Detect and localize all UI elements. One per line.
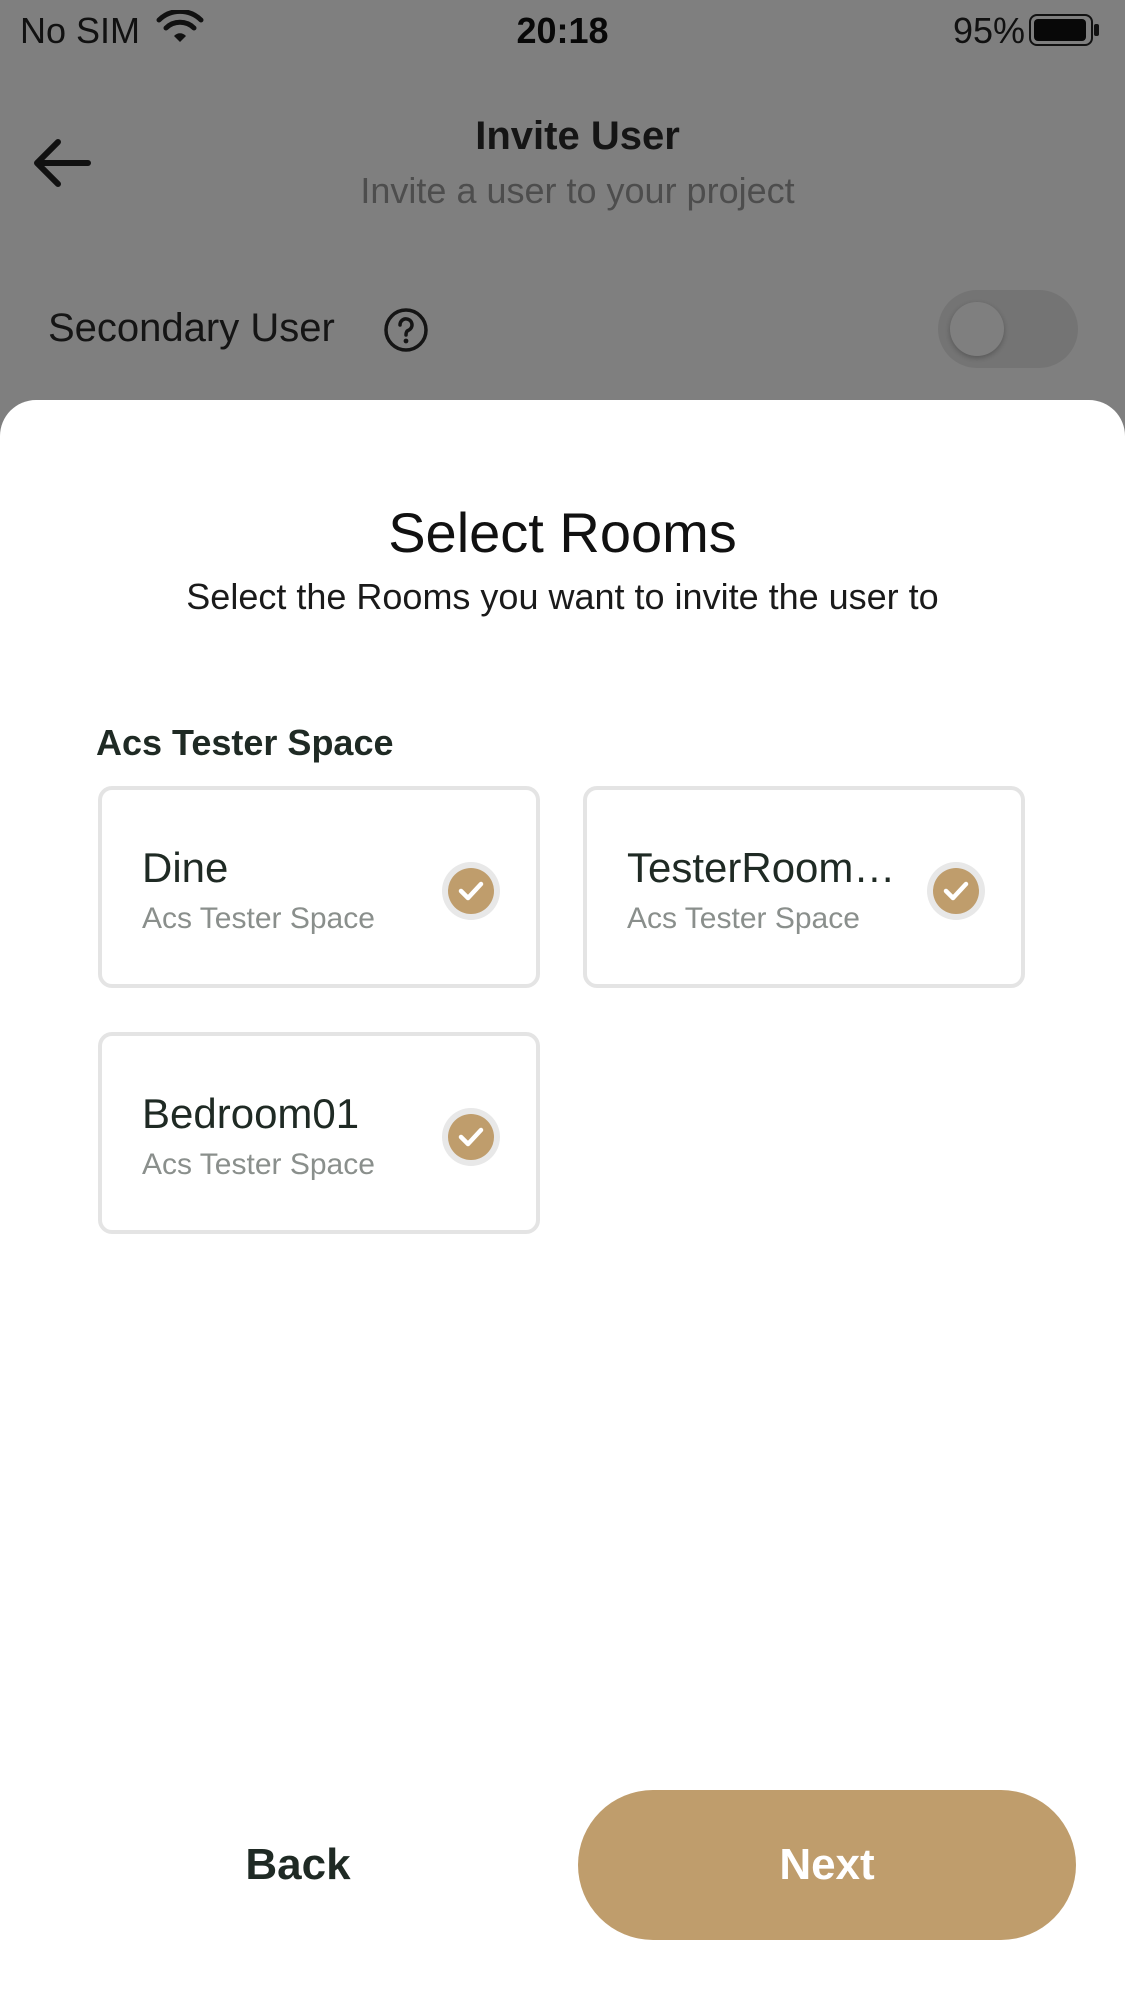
room-space: Acs Tester Space bbox=[142, 1148, 375, 1181]
select-rooms-sheet: Select Rooms Select the Rooms you want t… bbox=[0, 400, 1125, 2001]
checkmark-icon[interactable] bbox=[925, 860, 987, 922]
space-group-label: Acs Tester Space bbox=[96, 722, 394, 763]
sheet-title: Select Rooms bbox=[388, 501, 737, 564]
sheet-subtitle: Select the Rooms you want to invite the … bbox=[186, 576, 939, 617]
back-button[interactable]: Back bbox=[98, 1790, 498, 1940]
room-space: Acs Tester Space bbox=[627, 902, 860, 935]
checkmark-icon[interactable] bbox=[440, 1106, 502, 1168]
room-name: TesterRoom… bbox=[627, 844, 896, 891]
room-card[interactable]: TesterRoom… Acs Tester Space bbox=[583, 786, 1025, 988]
next-button[interactable]: Next bbox=[578, 1790, 1076, 1940]
room-card[interactable]: Dine Acs Tester Space bbox=[98, 786, 540, 988]
room-card[interactable]: Bedroom01 Acs Tester Space bbox=[98, 1032, 540, 1234]
checkmark-icon[interactable] bbox=[440, 860, 502, 922]
room-name: Bedroom01 bbox=[142, 1090, 360, 1137]
room-name: Dine bbox=[142, 844, 229, 891]
room-space: Acs Tester Space bbox=[142, 902, 375, 935]
